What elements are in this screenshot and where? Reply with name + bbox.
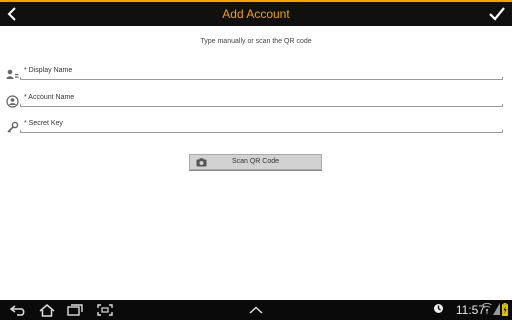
action-bar: Add Account [0,2,512,26]
system-nav-bar: 11:57 [0,300,512,320]
status-clock: 11:57 [455,303,485,317]
done-button[interactable] [486,3,508,25]
field-underline [20,130,503,133]
account-name-row: * Account Name [0,92,512,110]
nav-screenshot-button[interactable] [94,302,116,318]
account-name-label: * Account Name [24,94,75,101]
chevron-up-icon [249,306,263,314]
instruction-text: Type manually or scan the QR code [200,38,312,45]
nav-home-button[interactable] [36,302,58,318]
nav-expand-button[interactable] [246,302,266,318]
key-icon [6,121,19,134]
display-name-field[interactable]: * Display Name [20,65,503,80]
chevron-left-icon [7,7,16,21]
home-icon [39,303,55,317]
screenshot-icon [97,304,113,316]
scan-qr-button[interactable]: Scan QR Code [189,154,322,170]
account-name-field[interactable]: * Account Name [20,92,503,107]
scan-qr-label: Scan QR Code [231,158,280,165]
secret-key-row: * Secret Key [0,118,512,136]
secret-key-label: * Secret Key [24,120,63,127]
page-title: Add Account [222,7,290,21]
recent-apps-icon [67,304,83,316]
field-underline [20,77,503,80]
account-circle-icon [6,95,19,108]
nav-back-icon [10,305,25,316]
clock-status-icon [434,304,443,313]
nav-back-button[interactable] [8,302,30,318]
wifi-icon [482,303,492,315]
nav-recent-apps-button[interactable] [64,302,86,318]
checkmark-icon [489,7,505,21]
display-name-row: * Display Name [0,65,512,83]
secret-key-field[interactable]: * Secret Key [20,118,503,133]
person-list-icon [6,68,19,81]
field-underline [20,104,503,107]
signal-icon [493,303,500,315]
battery-icon [502,303,508,316]
display-name-label: * Display Name [24,67,73,74]
back-button[interactable] [2,4,22,24]
